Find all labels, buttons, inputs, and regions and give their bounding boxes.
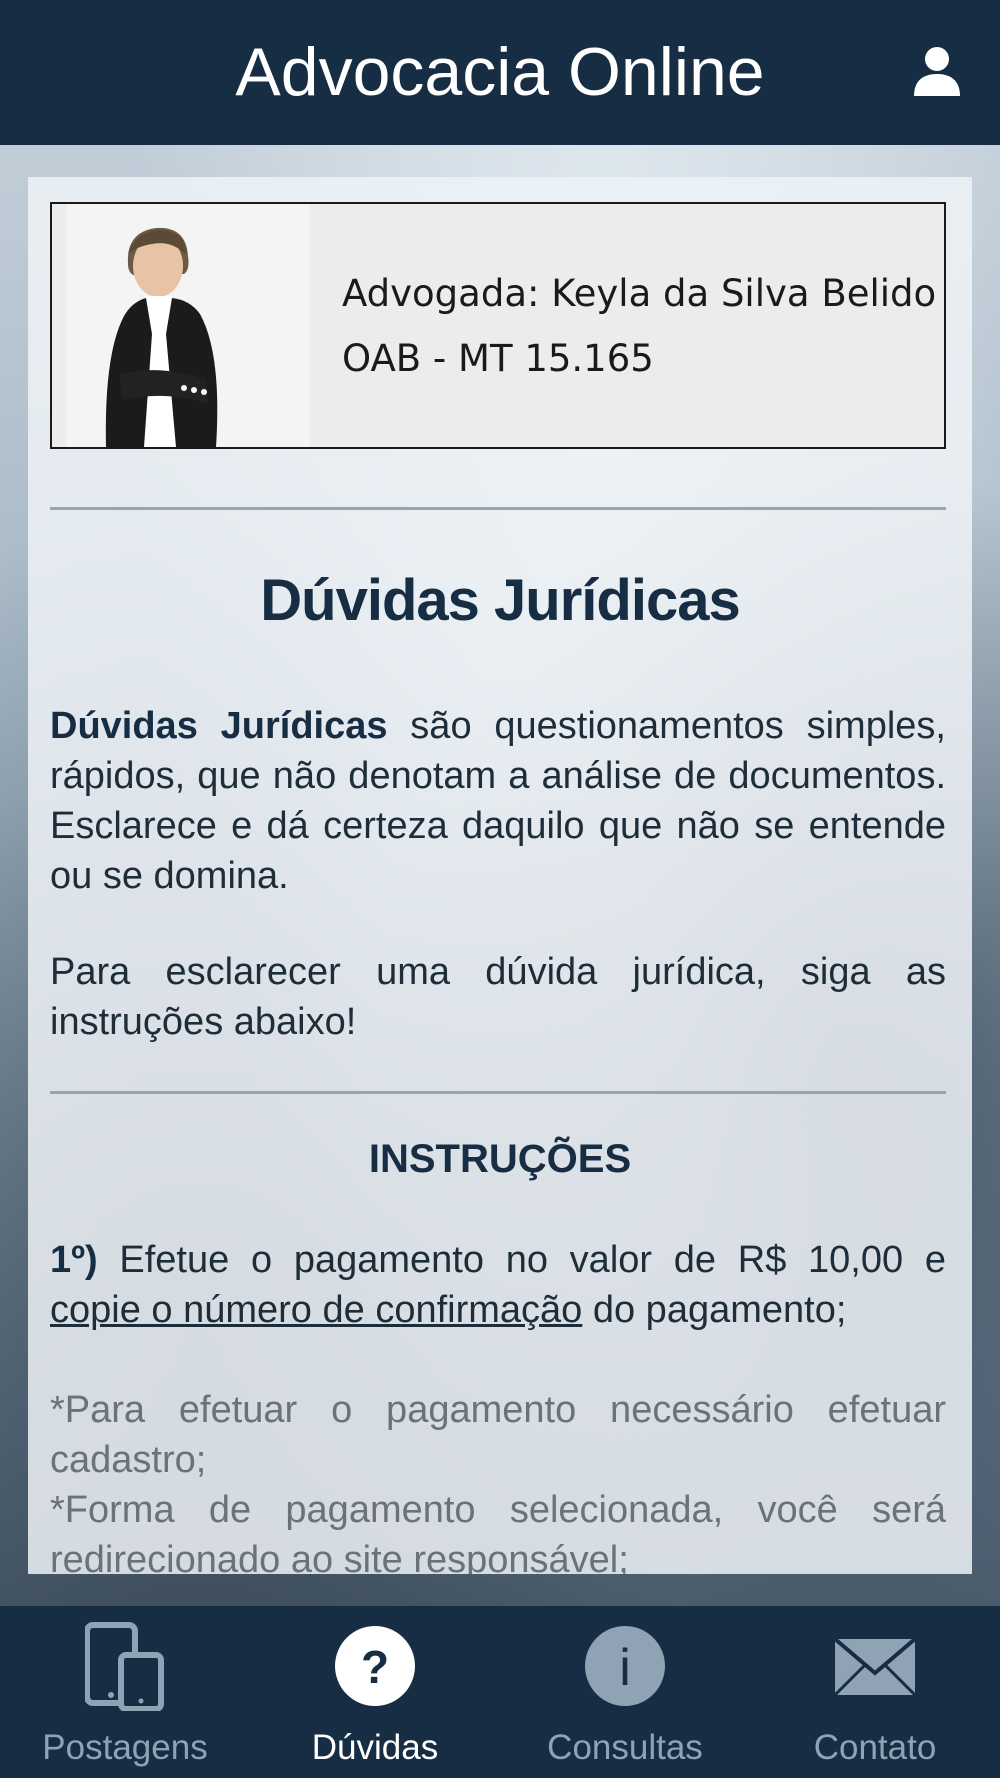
- user-icon[interactable]: [912, 44, 962, 98]
- app-title: Advocacia Online: [235, 34, 765, 110]
- tab-postagens[interactable]: Postagens: [0, 1606, 250, 1778]
- step-1-number: 1º): [50, 1239, 98, 1281]
- payment-notes: *Para efetuar o pagamento necessário efe…: [50, 1385, 946, 1574]
- lawyer-photo: [66, 204, 310, 447]
- envelope-icon: [835, 1637, 915, 1697]
- lawyer-name: Advogada: Keyla da Silva Belido: [342, 272, 937, 315]
- tab-contato[interactable]: Contato: [750, 1606, 1000, 1778]
- bottom-tab-bar: Postagens ? Dúvidas i Consultas Contato: [0, 1606, 1000, 1778]
- divider: [50, 507, 946, 510]
- tab-label: Postagens: [42, 1728, 208, 1767]
- lawyer-oab: OAB - MT 15.165: [342, 337, 654, 380]
- devices-icon: [85, 1622, 164, 1711]
- tab-label: Contato: [813, 1728, 937, 1767]
- info-icon: i: [585, 1626, 665, 1706]
- question-icon: ?: [335, 1626, 415, 1706]
- step-1: 1º) Efetue o pagamento no valor de R$ 10…: [50, 1235, 946, 1335]
- content-panel[interactable]: Advogada: Keyla da Silva Belido OAB - MT…: [28, 177, 972, 1574]
- tab-label: Consultas: [547, 1728, 703, 1767]
- intro-bold: Dúvidas Jurídicas: [50, 705, 388, 747]
- note-2: *Forma de pagamento selecionada, você se…: [50, 1489, 946, 1574]
- page-heading: Dúvidas Jurídicas: [260, 568, 740, 633]
- step-1-underlined: copie o número de confirmação: [50, 1289, 583, 1331]
- step-1-text: Efetue o pagamento no valor de R$ 10,00 …: [97, 1239, 946, 1281]
- instructions-heading: INSTRUÇÕES: [368, 1137, 632, 1181]
- intro-paragraph: Dúvidas Jurídicas são questionamentos si…: [50, 701, 946, 901]
- step-1-end: do pagamento;: [582, 1289, 847, 1331]
- note-1: *Para efetuar o pagamento necessário efe…: [50, 1389, 946, 1481]
- svg-text:?: ?: [361, 1641, 389, 1693]
- divider: [50, 1091, 946, 1094]
- lawyer-banner: Advogada: Keyla da Silva Belido OAB - MT…: [50, 202, 946, 449]
- tab-label: Dúvidas: [311, 1728, 439, 1767]
- top-app-bar: Advocacia Online: [0, 0, 1000, 145]
- instructions-intro: Para esclarecer uma dúvida jurídica, sig…: [50, 951, 946, 1043]
- tab-duvidas[interactable]: ? Dúvidas: [250, 1606, 500, 1778]
- svg-text:i: i: [619, 1639, 631, 1697]
- tab-consultas[interactable]: i Consultas: [500, 1606, 750, 1778]
